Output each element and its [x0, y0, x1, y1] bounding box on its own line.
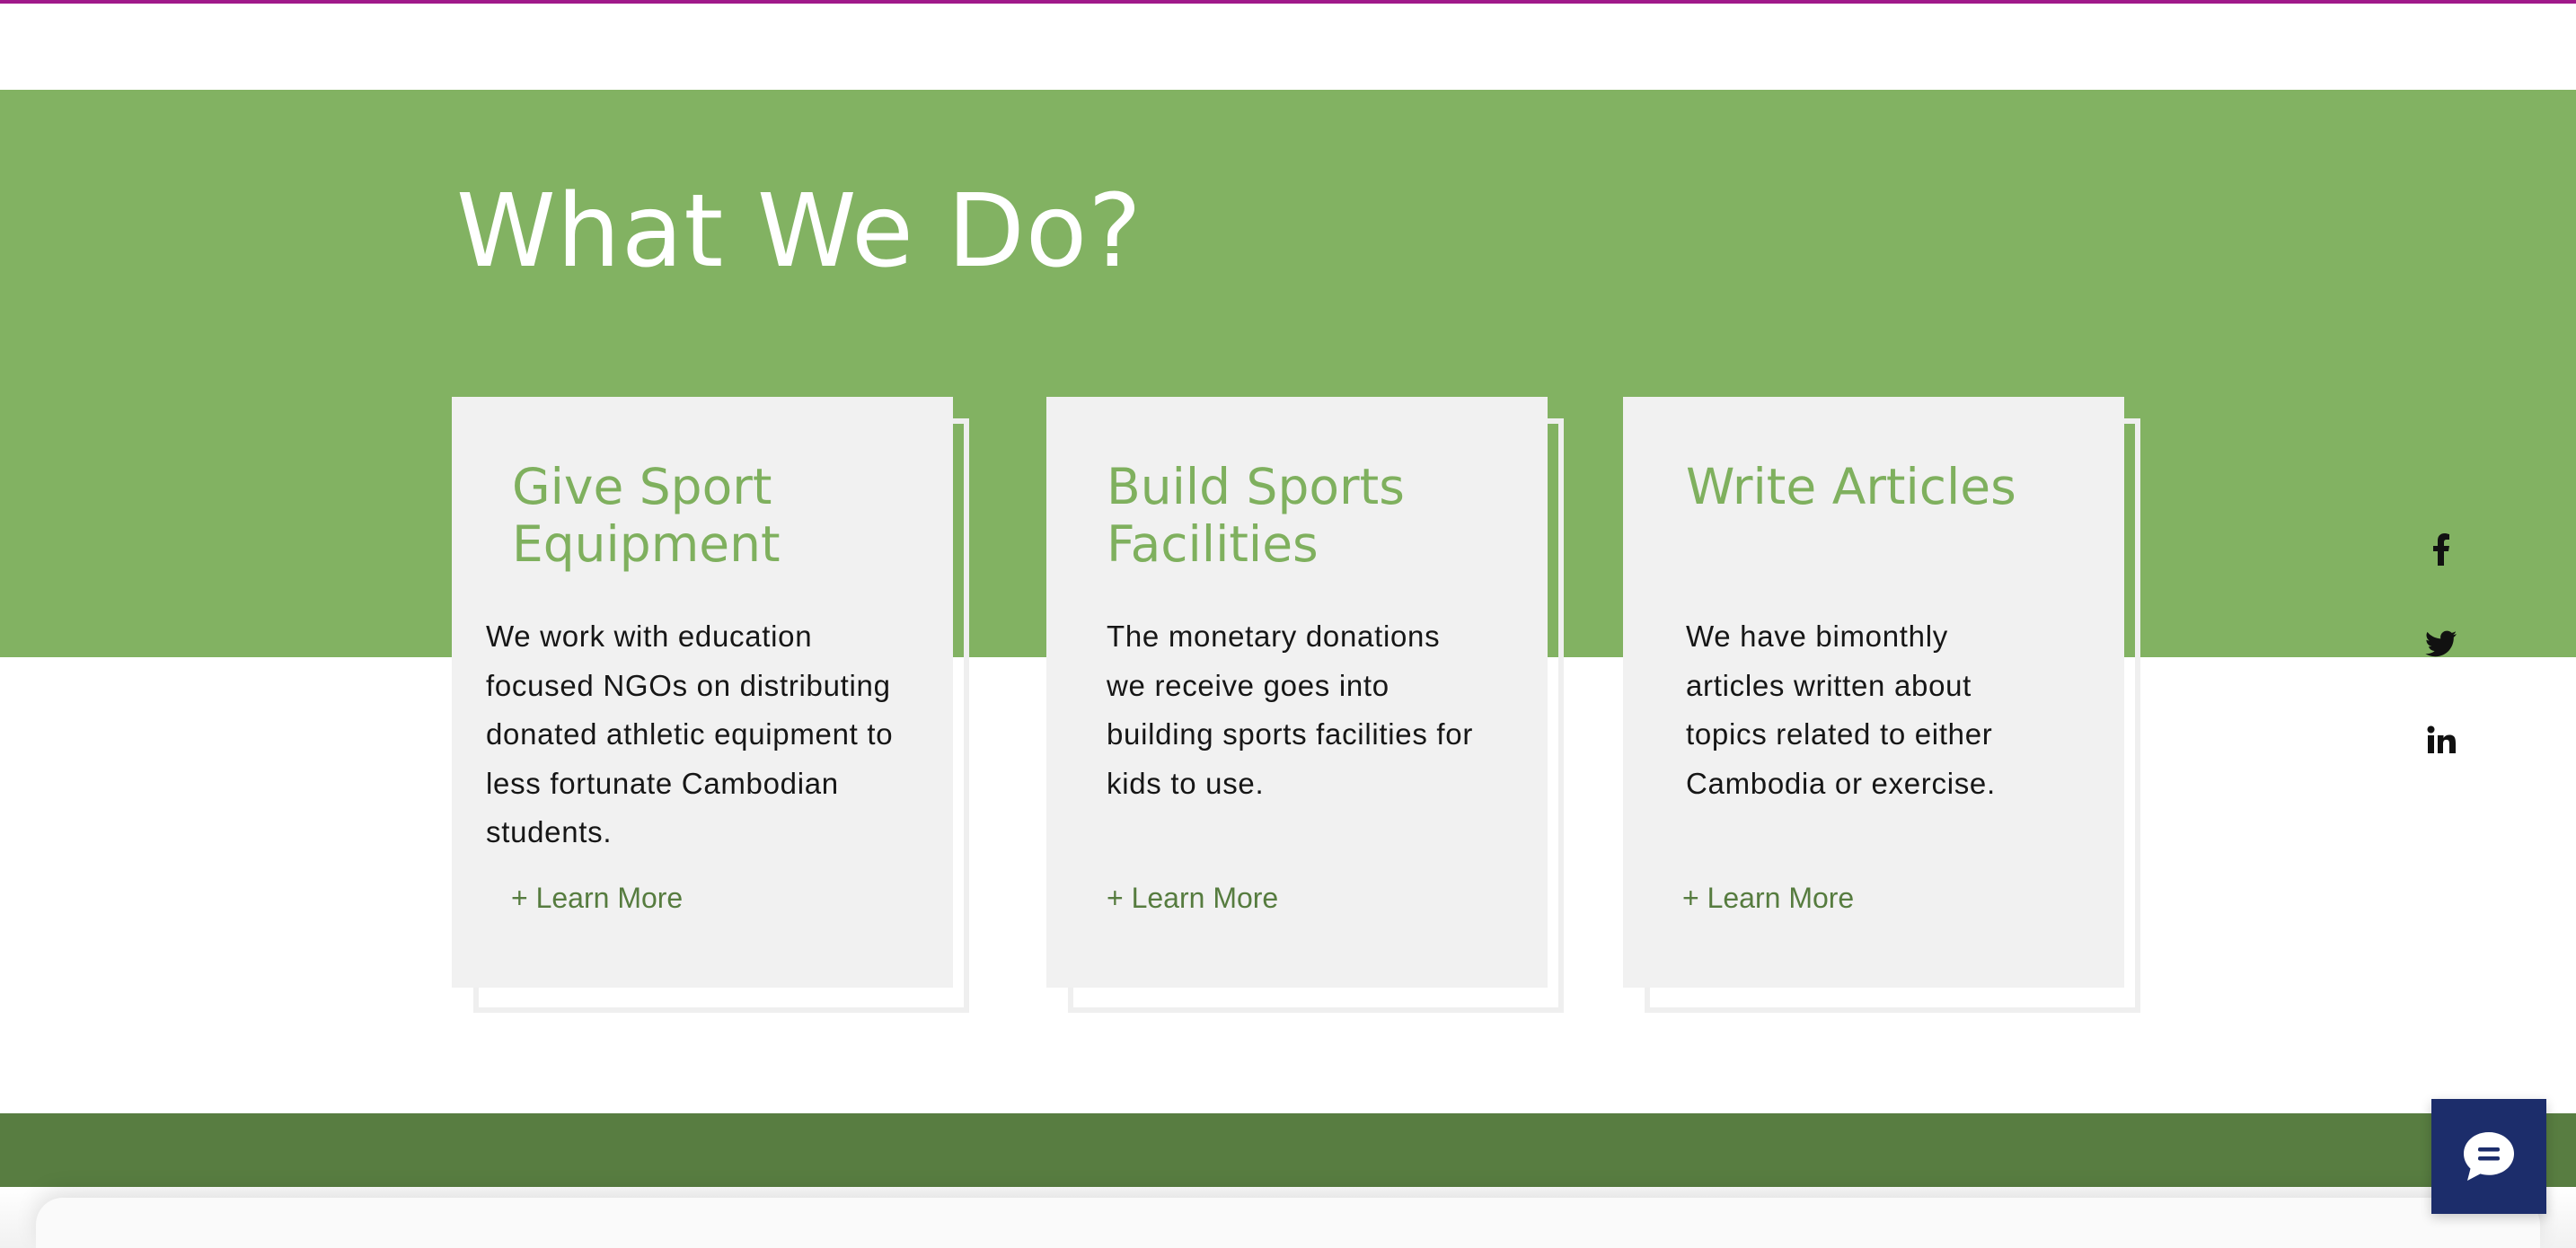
card-build-sports-facilities: Build Sports Facilities The monetary don…: [1046, 397, 1548, 988]
card-description: The monetary donations we receive goes i…: [1107, 620, 1474, 800]
footer-band: [0, 1113, 2576, 1187]
linkedin-icon[interactable]: [2425, 720, 2457, 760]
card-description: We have bimonthly articles written about…: [1686, 620, 1996, 800]
next-section-edge: [36, 1198, 2540, 1248]
chat-bubble-icon: [2464, 1132, 2514, 1181]
top-accent-line: [0, 0, 2576, 4]
card-give-sport-equipment: Give Sport Equipment We work with educat…: [452, 397, 953, 988]
facebook-icon[interactable]: [2425, 530, 2457, 569]
learn-more-link[interactable]: + Learn More: [1682, 880, 1854, 916]
card-title: Build Sports Facilities: [1107, 458, 1405, 573]
twitter-icon[interactable]: [2425, 624, 2457, 664]
learn-more-link[interactable]: + Learn More: [1107, 880, 1278, 916]
chat-button[interactable]: [2431, 1099, 2546, 1214]
section-title: What We Do?: [456, 173, 1142, 290]
card-write-articles: Write Articles We have bimonthly article…: [1623, 397, 2124, 988]
card-title: Give Sport Equipment: [512, 458, 781, 573]
learn-more-link[interactable]: + Learn More: [511, 880, 683, 916]
card-title: Write Articles: [1686, 458, 2016, 515]
card-description: We work with education focused NGOs on d…: [486, 620, 894, 848]
